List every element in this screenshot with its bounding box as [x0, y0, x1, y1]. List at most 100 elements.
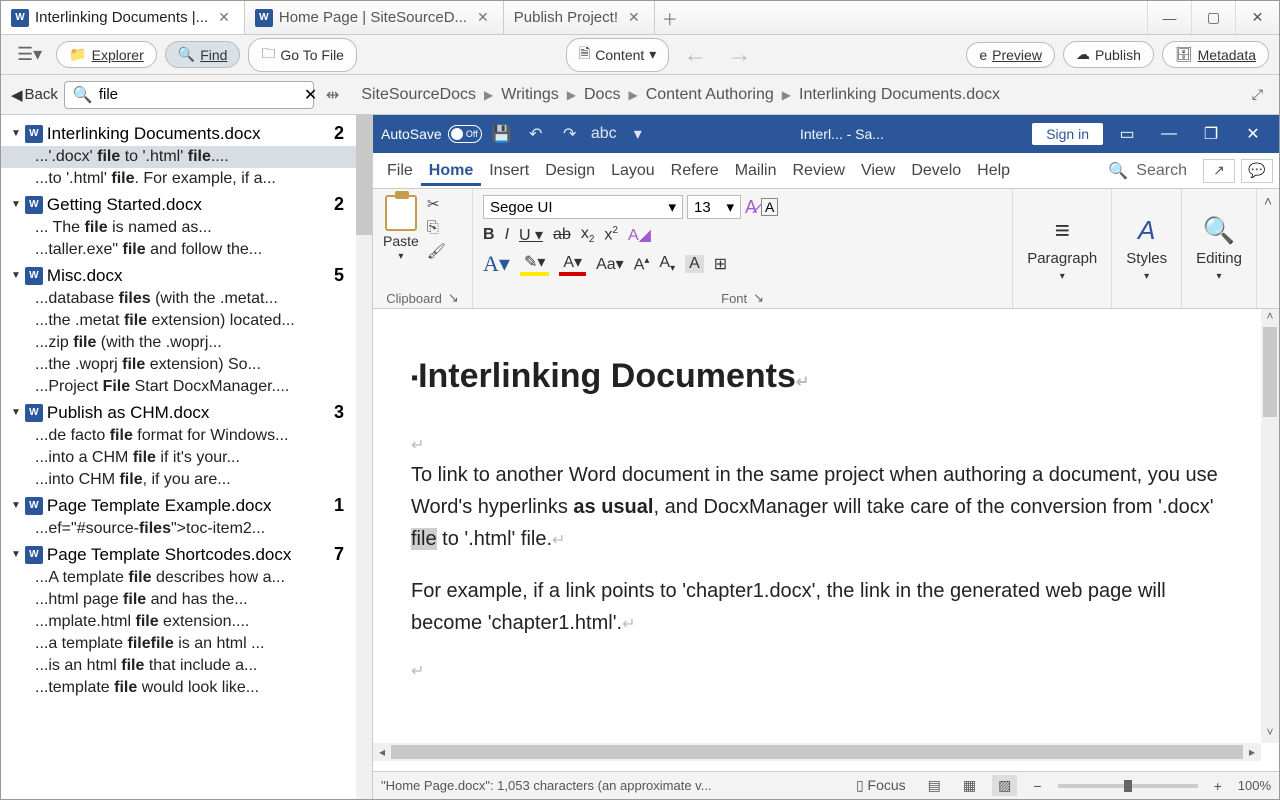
result-line[interactable]: ...into CHM file, if you are... — [1, 469, 372, 491]
crumb[interactable]: SiteSourceDocs — [361, 86, 476, 104]
result-line[interactable]: ...Project File Start DocxManager.... — [1, 376, 372, 398]
result-file-header[interactable]: ▼ W Publish as CHM.docx3 — [1, 398, 372, 425]
word-restore-icon[interactable]: ❐ — [1193, 124, 1229, 144]
minimize-button[interactable]: — — [1147, 1, 1191, 34]
publish-button[interactable]: ☁Publish — [1063, 41, 1154, 68]
expand-icon[interactable]: ⤢ — [1246, 86, 1269, 103]
paste-button[interactable]: Paste▾ — [383, 195, 419, 262]
close-button[interactable]: ✕ — [1235, 1, 1279, 34]
result-file-header[interactable]: ▼ W Interlinking Documents.docx2 — [1, 119, 372, 146]
result-line[interactable]: ...is an html file that include a... — [1, 655, 372, 677]
vertical-scrollbar[interactable]: ˄˅ — [1261, 309, 1279, 743]
word-close-icon[interactable]: ✕ — [1235, 124, 1271, 144]
qat-more-icon[interactable]: ▾ — [624, 124, 652, 144]
share-button[interactable]: ↗ — [1203, 159, 1235, 183]
result-line[interactable]: ...the .woprj file extension) So... — [1, 354, 372, 376]
close-icon[interactable]: ✕ — [624, 9, 644, 26]
result-line[interactable]: ...ef="#source-files">toc-item2... — [1, 518, 372, 540]
result-file-header[interactable]: ▼ W Misc.docx5 — [1, 261, 372, 288]
zoom-in-button[interactable]: + — [1208, 778, 1228, 794]
ribbon-tab-review[interactable]: Review — [784, 156, 852, 186]
result-line[interactable]: ...zip file (with the .woprj... — [1, 332, 372, 354]
new-tab-button[interactable]: ＋ — [655, 1, 685, 34]
result-line[interactable]: ...template file would look like... — [1, 677, 372, 699]
copy-icon[interactable]: ⎘ — [427, 219, 446, 236]
result-line[interactable]: ...to '.html' file. For example, if a... — [1, 168, 372, 190]
ribbon-tab-home[interactable]: Home — [421, 156, 481, 186]
result-file-header[interactable]: ▼ W Page Template Shortcodes.docx7 — [1, 540, 372, 567]
grow-font-icon[interactable]: A▴ — [634, 255, 650, 274]
ribbon-mode-icon[interactable]: ▭ — [1109, 124, 1145, 144]
result-line[interactable]: ... The file is named as... — [1, 217, 372, 239]
ribbon-tab-insert[interactable]: Insert — [481, 156, 537, 186]
explorer-button[interactable]: 📁Explorer — [56, 41, 157, 68]
result-line[interactable]: ...a template filefile is an html ... — [1, 633, 372, 655]
dialog-launcher-icon[interactable]: ↘ — [753, 290, 764, 306]
bold-button[interactable]: B — [483, 226, 495, 244]
ribbon-tab-developer[interactable]: Develo — [903, 156, 969, 186]
find-button[interactable]: 🔍Find — [165, 41, 241, 68]
collapse-ribbon-icon[interactable]: ˄ — [1257, 189, 1279, 308]
result-line[interactable]: ...'.docx' file to '.html' file.... — [1, 146, 372, 168]
highlight-button[interactable]: ✎▾ — [520, 252, 549, 276]
result-line[interactable]: ...de facto file format for Windows... — [1, 425, 372, 447]
tell-me-search[interactable]: 🔍Search — [1098, 161, 1197, 181]
close-icon[interactable]: ✕ — [473, 9, 493, 26]
ribbon-tab-references[interactable]: Refere — [663, 156, 727, 186]
tab-homepage[interactable]: W Home Page | SiteSourceD... ✕ — [245, 1, 504, 34]
print-layout-icon[interactable]: ▦ — [957, 777, 982, 794]
ribbon-tab-view[interactable]: View — [853, 156, 903, 186]
back-button[interactable]: ◀Back — [11, 86, 58, 104]
document-area[interactable]: ▪Interlinking Documents↵ ↵ To link to an… — [373, 309, 1279, 771]
result-file-header[interactable]: ▼ W Page Template Example.docx1 — [1, 491, 372, 518]
close-icon[interactable]: ✕ — [214, 9, 234, 26]
undo-icon[interactable]: ↶ — [522, 124, 550, 144]
change-case-icon[interactable]: A — [761, 198, 778, 216]
strike-button[interactable]: ab — [553, 226, 571, 244]
ribbon-tab-layout[interactable]: Layou — [603, 156, 663, 186]
maximize-button[interactable]: ▢ — [1191, 1, 1235, 34]
result-line[interactable]: ...html page file and has the... — [1, 589, 372, 611]
clear-format-icon[interactable]: A̷ — [745, 197, 757, 218]
border-icon[interactable]: ⊞ — [714, 254, 727, 274]
focus-mode-button[interactable]: ▯ Focus — [850, 777, 912, 794]
shrink-font-icon[interactable]: A▾ — [659, 254, 675, 274]
redo-icon[interactable]: ↷ — [556, 124, 584, 144]
metadata-button[interactable]: 🗄Metadata — [1162, 41, 1269, 68]
zoom-slider[interactable] — [1058, 784, 1198, 788]
result-line[interactable]: ...database files (with the .metat... — [1, 288, 372, 310]
search-input[interactable] — [99, 86, 298, 103]
subscript-button[interactable]: x2 — [581, 225, 595, 245]
font-name-combo[interactable]: Segoe UI▾ — [483, 195, 683, 219]
clear-icon[interactable]: ✕ — [304, 85, 317, 105]
content-dropdown[interactable]: 🗎Content ▾ — [566, 38, 669, 72]
italic-button[interactable]: I — [505, 226, 509, 244]
font-size-combo[interactable]: 13▾ — [687, 195, 741, 219]
ribbon-tab-mailings[interactable]: Mailin — [727, 156, 785, 186]
tab-publish[interactable]: Publish Project! ✕ — [504, 1, 655, 34]
result-line[interactable]: ...the .metat file extension) located... — [1, 310, 372, 332]
shading-icon[interactable]: A — [685, 255, 704, 273]
zoom-level[interactable]: 100% — [1238, 778, 1271, 793]
split-icon[interactable]: ⇹ — [320, 85, 345, 105]
styles-group[interactable]: A Styles▾ — [1112, 189, 1182, 308]
signin-button[interactable]: Sign in — [1032, 123, 1103, 145]
dialog-launcher-icon[interactable]: ↘ — [448, 290, 459, 306]
save-icon[interactable]: 💾 — [488, 124, 516, 144]
result-line[interactable]: ...into a CHM file if it's your... — [1, 447, 372, 469]
crumb[interactable]: Content Authoring — [646, 86, 774, 104]
comments-button[interactable]: 💬 — [1241, 159, 1273, 183]
underline-button[interactable]: U ▾ — [519, 225, 543, 245]
horizontal-scrollbar[interactable]: ◂▸ — [373, 743, 1261, 761]
result-file-header[interactable]: ▼ W Getting Started.docx2 — [1, 190, 372, 217]
case-button[interactable]: Aa▾ — [596, 254, 624, 274]
text-effects-button[interactable]: A▾ — [483, 251, 510, 277]
font-color-button[interactable]: A▾ — [559, 252, 586, 276]
result-line[interactable]: ...A template file describes how a... — [1, 567, 372, 589]
format-painter-icon[interactable]: 🖌 — [427, 242, 446, 260]
ribbon-tab-help[interactable]: Help — [969, 156, 1018, 186]
crumb[interactable]: Interlinking Documents.docx — [799, 86, 1000, 104]
autosave-toggle[interactable]: AutoSave Off — [381, 125, 482, 143]
word-minimize-icon[interactable]: — — [1151, 125, 1187, 143]
scrollbar[interactable] — [356, 115, 372, 799]
